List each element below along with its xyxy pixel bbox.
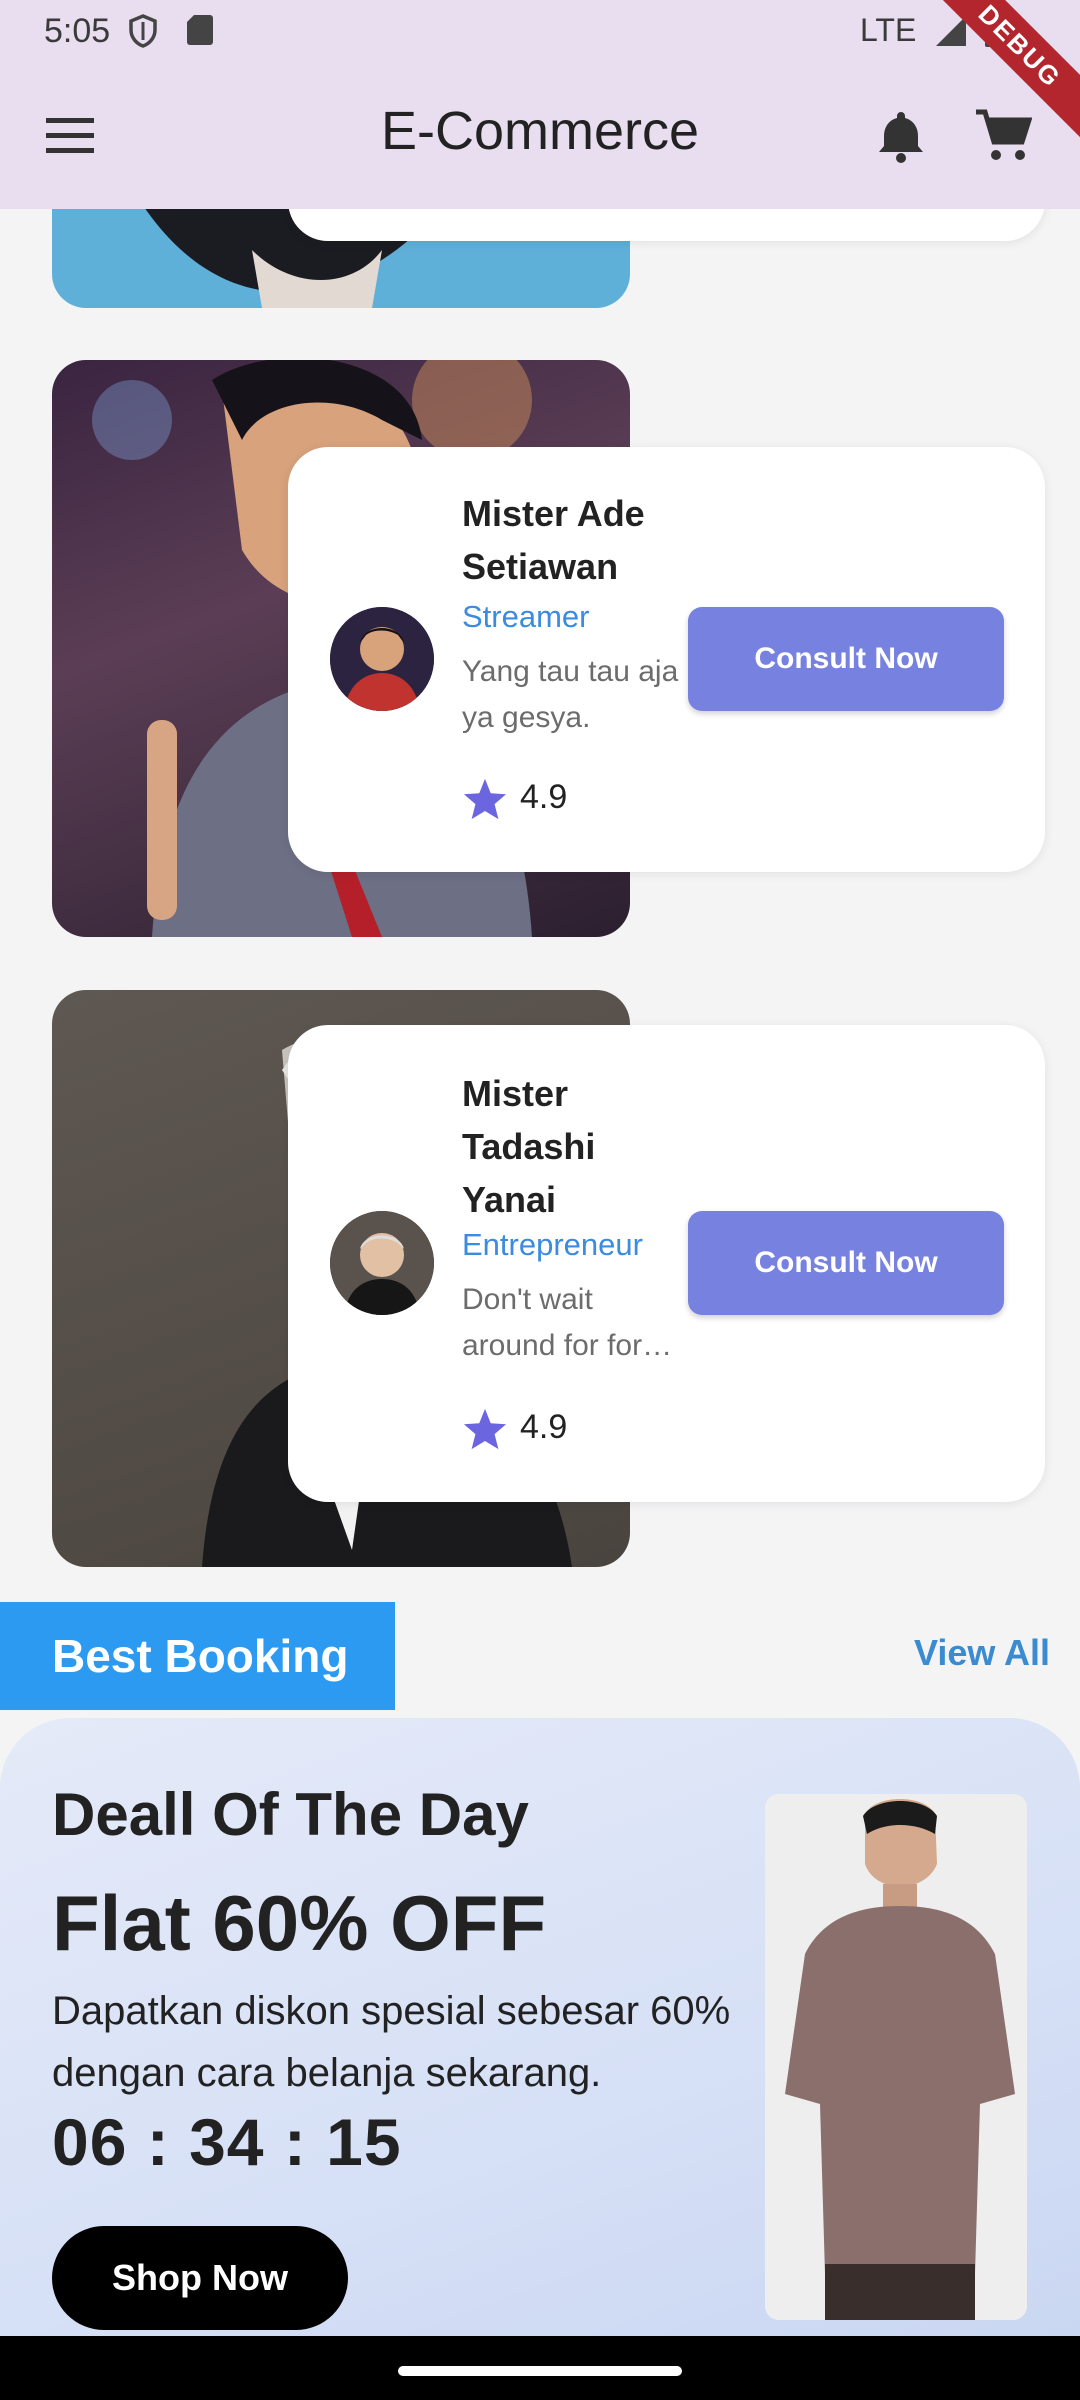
expert-description: Don't wait around for for… — [462, 1283, 673, 1362]
expert-card[interactable]: Mister Ade Setiawan Streamer Yang tau ta… — [288, 447, 1045, 872]
expert-avatar — [330, 1211, 434, 1315]
expert-role: Entrepreneur — [462, 1227, 643, 1262]
expert-description: Yang tau tau aja ya gesya. — [462, 655, 679, 734]
section-title: Best Booking — [0, 1602, 395, 1710]
network-type: LTE — [860, 12, 917, 48]
rating-value: 4.9 — [520, 777, 568, 816]
countdown-timer: 06 : 34 : 15 — [52, 2105, 402, 2179]
notification-bell-icon[interactable] — [874, 108, 928, 169]
star-icon — [463, 1408, 507, 1450]
status-bar: 5:05 LTE DEBUG — [0, 0, 1080, 154]
star-icon — [463, 778, 507, 820]
expert-name: Mister Ade Setiawan — [462, 493, 645, 587]
deal-title: Deall Of The Day — [52, 1781, 529, 1848]
product-image — [765, 1794, 1027, 2320]
deal-of-the-day-banner: Deall Of The Day Flat 60% OFF Dapatkan d… — [0, 1718, 1080, 2338]
expert-avatar — [330, 607, 434, 711]
consult-now-button[interactable]: Consult Now — [688, 607, 1004, 711]
expert-rating: 4.9 — [462, 1407, 567, 1451]
expert-name: Mister Tadashi Yanai — [462, 1073, 596, 1220]
home-gesture-handle[interactable] — [398, 2366, 682, 2376]
app-bar: 5:05 LTE DEBUG E-Commerce — [0, 0, 1080, 209]
view-all-link[interactable]: View All — [914, 1632, 1050, 1674]
rating-value: 4.9 — [520, 1407, 568, 1446]
cart-icon[interactable] — [974, 108, 1033, 169]
expert-role: Streamer — [462, 599, 590, 634]
consult-now-button[interactable]: Consult Now — [688, 1211, 1004, 1315]
deal-discount: Flat 60% OFF — [52, 1879, 547, 1967]
shop-now-button[interactable]: Shop Now — [52, 2226, 348, 2330]
expert-card[interactable]: Mister Tadashi Yanai Entrepreneur Don't … — [288, 1025, 1045, 1502]
expert-rating: 4.9 — [462, 777, 567, 821]
sim-card-icon — [186, 14, 214, 51]
shield-icon — [128, 14, 158, 53]
deal-description: Dapatkan diskon spesial sebesar 60% deng… — [52, 1989, 731, 2095]
status-time: 5:05 — [44, 12, 111, 50]
